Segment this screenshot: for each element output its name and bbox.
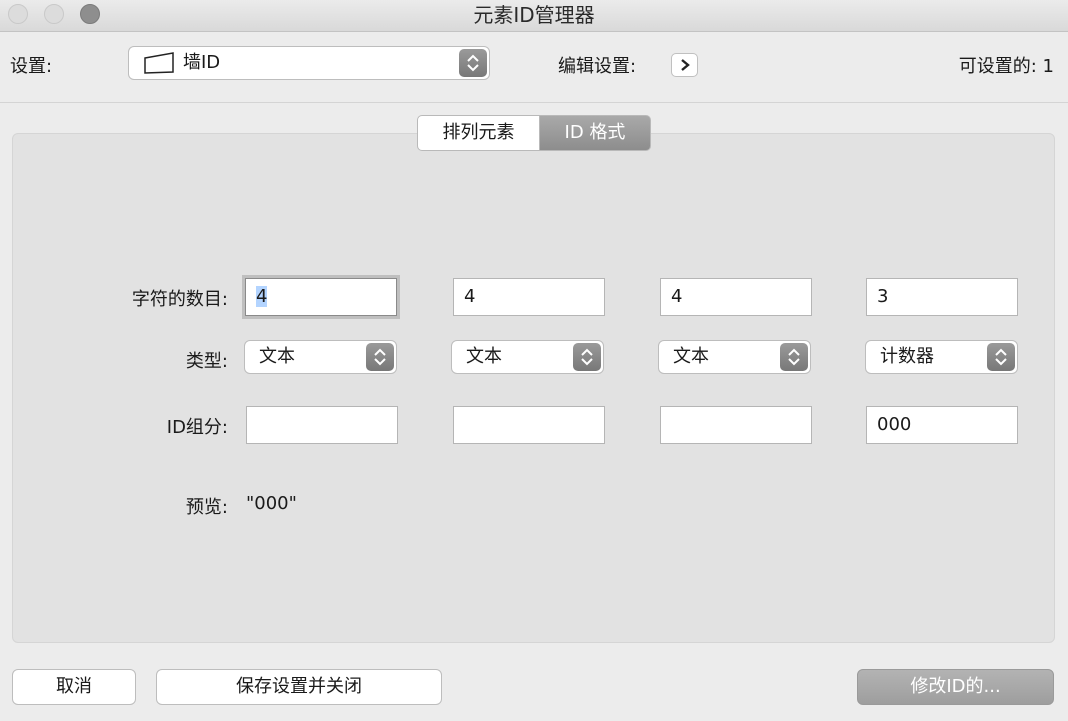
- preview-label: 预览:: [185, 497, 228, 518]
- title-bar: 元素ID管理器: [0, 0, 1068, 32]
- char-count-field-1[interactable]: 4: [245, 278, 397, 316]
- id-group-field-1[interactable]: [246, 406, 398, 444]
- save-and-close-button[interactable]: 保存设置并关闭: [156, 669, 442, 705]
- chevron-up-down-icon: [780, 343, 808, 371]
- toolbar-divider: [0, 102, 1068, 103]
- preview-value: "000": [246, 493, 297, 514]
- type-select-1[interactable]: 文本: [244, 340, 397, 374]
- char-count-field-2[interactable]: 4: [453, 278, 605, 316]
- id-group-field-4[interactable]: 000: [866, 406, 1018, 444]
- id-group-field-3[interactable]: [660, 406, 812, 444]
- char-count-label: 字符的数目:: [131, 289, 228, 310]
- modify-ids-button[interactable]: 修改ID的...: [857, 669, 1054, 705]
- chevron-up-down-icon: [987, 343, 1015, 371]
- edit-settings-button[interactable]: [671, 53, 698, 77]
- type-select-4[interactable]: 计数器: [865, 340, 1018, 374]
- id-group-label: ID组分:: [166, 417, 228, 438]
- settings-select-value: 墙ID: [183, 52, 221, 73]
- type-select-1-value: 文本: [259, 346, 295, 367]
- tab-arrange-elements[interactable]: 排列元素: [417, 115, 540, 151]
- char-count-field-4[interactable]: 3: [866, 278, 1018, 316]
- tab-id-format[interactable]: ID 格式: [540, 115, 651, 151]
- chevron-up-down-icon: [459, 49, 487, 77]
- id-group-field-2[interactable]: [453, 406, 605, 444]
- type-select-4-value: 计数器: [880, 346, 934, 367]
- chevron-up-down-icon: [573, 343, 601, 371]
- edit-settings-label: 编辑设置:: [558, 56, 637, 77]
- settable-count-label: 可设置的: 1: [958, 56, 1054, 77]
- type-select-3[interactable]: 文本: [658, 340, 811, 374]
- chevron-right-icon: [681, 59, 690, 71]
- settings-select[interactable]: 墙ID: [128, 46, 490, 80]
- type-select-3-value: 文本: [673, 346, 709, 367]
- settings-label: 设置:: [10, 56, 53, 77]
- type-select-2[interactable]: 文本: [451, 340, 604, 374]
- window-title: 元素ID管理器: [473, 3, 595, 27]
- cancel-button[interactable]: 取消: [12, 669, 136, 705]
- settings-toolbar: 设置: 墙ID 编辑设置: 可设置的: 1: [0, 32, 1068, 102]
- id-format-panel: [12, 133, 1055, 643]
- wall-outline-icon: [143, 52, 175, 78]
- char-count-field-3[interactable]: 4: [660, 278, 812, 316]
- type-label: 类型:: [185, 351, 228, 372]
- type-select-2-value: 文本: [466, 346, 502, 367]
- chevron-up-down-icon: [366, 343, 394, 371]
- tab-bar: 排列元素 ID 格式: [417, 115, 651, 151]
